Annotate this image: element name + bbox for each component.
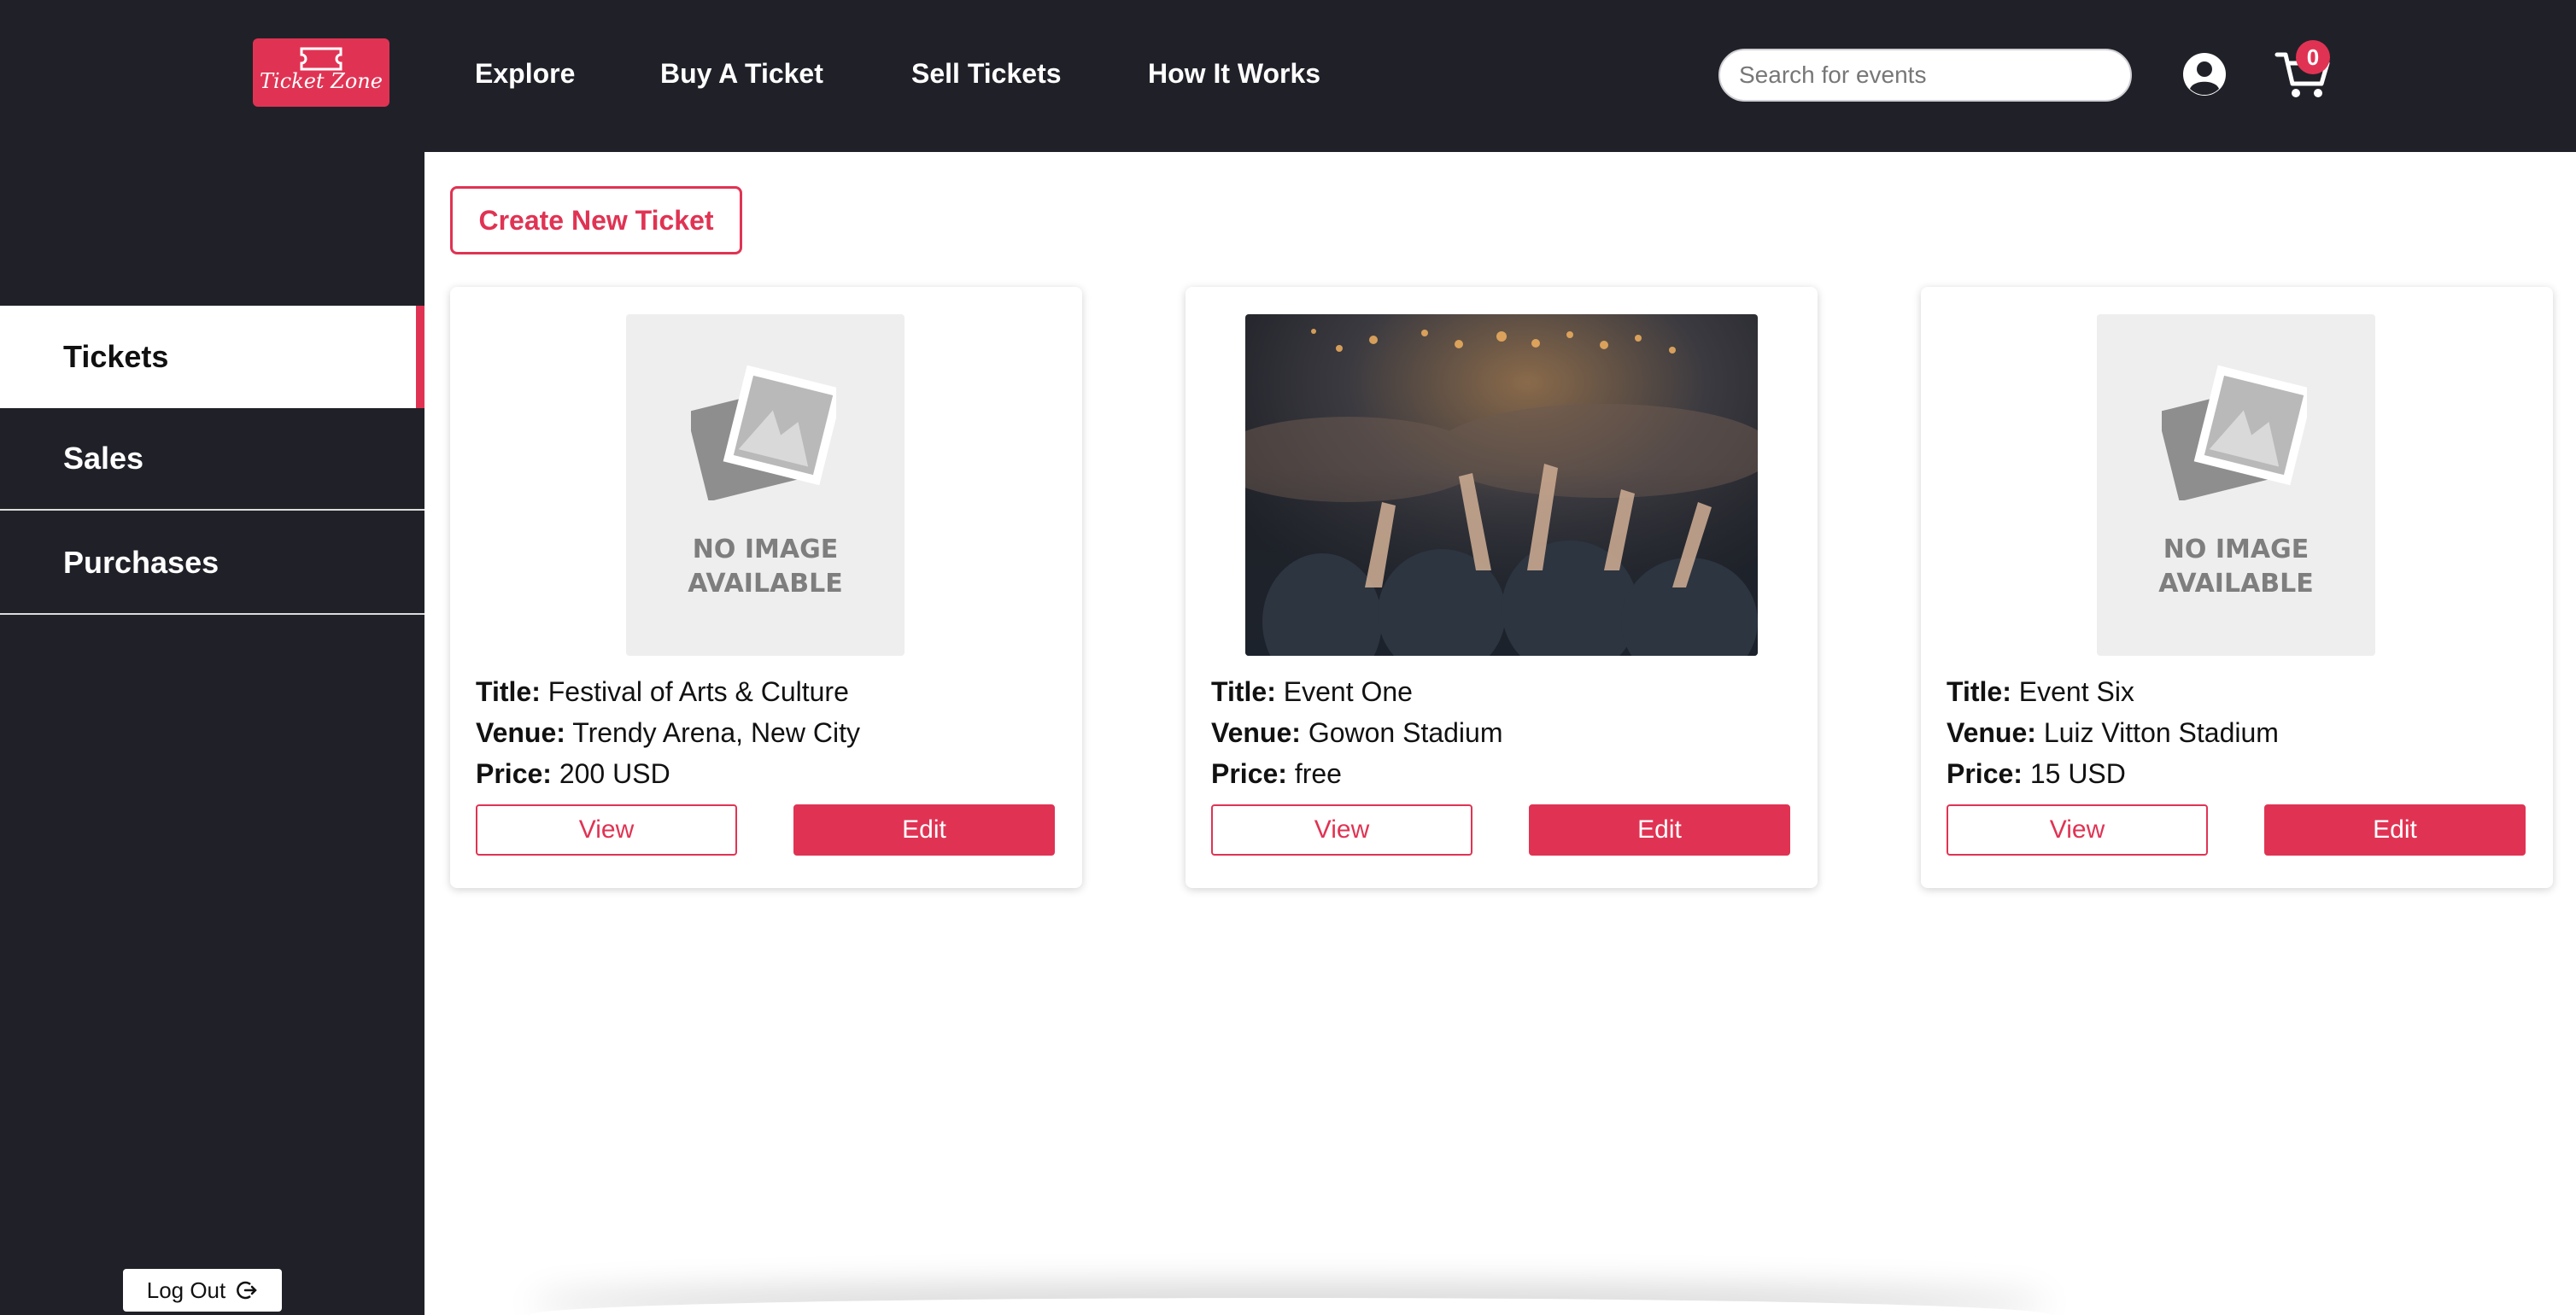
sidebar-item-label: Tickets xyxy=(63,339,169,374)
sidebar-item-tickets[interactable]: Tickets xyxy=(0,306,424,408)
sidebar-item-purchases[interactable]: Purchases xyxy=(0,512,424,615)
no-image-placeholder: NO IMAGE AVAILABLE xyxy=(626,314,905,656)
concert-crowd-image xyxy=(1245,314,1758,656)
edit-button[interactable]: Edit xyxy=(793,804,1055,856)
sidebar-item-label: Purchases xyxy=(63,545,220,580)
title-label: Title: xyxy=(476,676,541,707)
title-label: Title: xyxy=(1211,676,1276,707)
edit-button[interactable]: Edit xyxy=(1529,804,1790,856)
logout-icon xyxy=(237,1281,258,1300)
ticket-venue: Gowon Stadium xyxy=(1308,717,1503,748)
ticket-price: 15 USD xyxy=(2029,758,2126,789)
search-input[interactable] xyxy=(1718,49,2132,102)
logout-button[interactable]: Log Out xyxy=(123,1269,282,1312)
no-image-text: NO IMAGE AVAILABLE xyxy=(2158,535,2314,599)
nav-how-it-works[interactable]: How It Works xyxy=(1148,58,1320,90)
price-label: Price: xyxy=(476,758,552,789)
venue-label: Venue: xyxy=(1947,717,2036,748)
no-image-placeholder: NO IMAGE AVAILABLE xyxy=(2097,314,2375,656)
ticket-venue: Trendy Arena, New City xyxy=(572,717,860,748)
ticket-title: Event One xyxy=(1283,676,1413,707)
logo-text: Ticket Zone xyxy=(260,69,383,93)
ticket-details: Title: Festival of Arts & Culture Venue:… xyxy=(476,671,860,794)
view-button[interactable]: View xyxy=(1211,804,1472,856)
sidebar-item-sales[interactable]: Sales xyxy=(0,408,424,511)
nav-buy-ticket[interactable]: Buy A Ticket xyxy=(660,58,823,90)
logout-label: Log Out xyxy=(146,1277,226,1303)
event-photo xyxy=(1245,314,1758,656)
ticket-title: Event Six xyxy=(2018,676,2134,707)
image-placeholder-icon xyxy=(2162,365,2307,500)
price-label: Price: xyxy=(1947,758,2023,789)
cart-count-badge: 0 xyxy=(2296,40,2330,74)
ticket-venue: Luiz Vitton Stadium xyxy=(2043,717,2279,748)
ticket-card: NO IMAGE AVAILABLE Title: Festival of Ar… xyxy=(450,287,1082,888)
nav-sell-tickets[interactable]: Sell Tickets xyxy=(911,58,1062,90)
ticket-card: NO IMAGE AVAILABLE Title: Event Six Venu… xyxy=(1921,287,2553,888)
view-button[interactable]: View xyxy=(1947,804,2208,856)
ticket-details: Title: Event Six Venue: Luiz Vitton Stad… xyxy=(1947,671,2279,794)
ticket-card: Title: Event One Venue: Gowon Stadium Pr… xyxy=(1186,287,1818,888)
venue-label: Venue: xyxy=(1211,717,1301,748)
nav-explore[interactable]: Explore xyxy=(475,58,575,90)
sidebar: Tickets Sales Purchases xyxy=(0,152,424,1315)
ticket-price: free xyxy=(1294,758,1342,789)
create-new-ticket-button[interactable]: Create New Ticket xyxy=(450,186,742,254)
ticket-details: Title: Event One Venue: Gowon Stadium Pr… xyxy=(1211,671,1502,794)
price-label: Price: xyxy=(1211,758,1287,789)
image-placeholder-icon xyxy=(691,365,836,500)
logo[interactable]: Ticket Zone xyxy=(253,38,389,107)
no-image-text: NO IMAGE AVAILABLE xyxy=(688,535,843,599)
ticket-icon xyxy=(300,47,342,71)
title-label: Title: xyxy=(1947,676,2011,707)
venue-label: Venue: xyxy=(476,717,565,748)
footer-shadow xyxy=(530,1298,2050,1315)
edit-button[interactable]: Edit xyxy=(2264,804,2526,856)
top-header: Ticket Zone Explore Buy A Ticket Sell Ti… xyxy=(0,0,2576,152)
view-button[interactable]: View xyxy=(476,804,737,856)
ticket-title: Festival of Arts & Culture xyxy=(547,676,849,707)
ticket-price: 200 USD xyxy=(559,758,670,789)
user-circle-icon[interactable] xyxy=(2181,51,2228,97)
sidebar-item-label: Sales xyxy=(63,441,144,476)
